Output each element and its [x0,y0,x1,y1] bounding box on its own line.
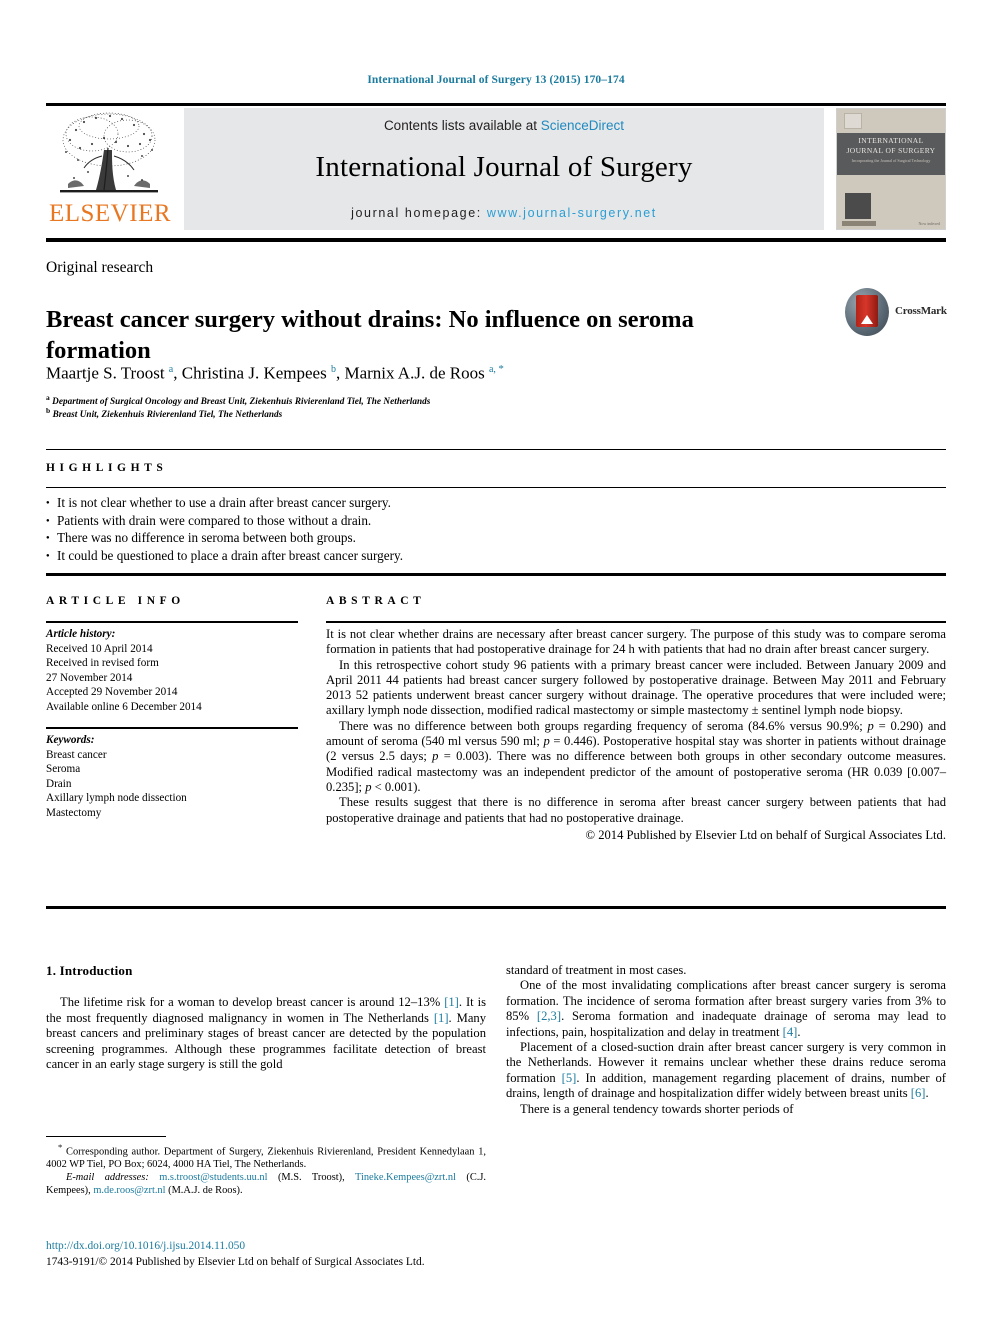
paper-page: International Journal of Surgery 13 (201… [0,0,992,1323]
article-history-label: Article history: [46,628,116,640]
abstract-paragraph-1: It is not clear whether drains are neces… [326,627,946,657]
journal-title: International Journal of Surgery [315,151,693,183]
elsevier-wordmark: ELSEVIER [48,200,172,227]
abstract-paragraph-2: In this retrospective cohort study 96 pa… [326,657,946,718]
keywords-block: Keywords: Breast cancer Seroma Drain Axilla… [46,733,298,821]
article-history: Article history: Received 10 April 2014 R… [46,627,298,715]
abstract-body: It is not clear whether drains are neces… [326,627,946,843]
cover-crest-icon [845,193,871,219]
elsevier-tree-icon [60,112,158,193]
issn-copyright-line: 1743-9191/© 2014 Published by Elsevier L… [46,1256,425,1268]
abstract-copyright: © 2014 Published by Elsevier Ltd on beha… [585,827,946,842]
highlights-list: It is not clear whether to use a drain a… [46,494,666,564]
author-list: Maartje S. Troost a, Christina J. Kempee… [46,363,504,383]
body-column-left: 1. Introduction The lifetime risk for a … [46,963,486,1072]
footnote-block: * Corresponding author. Department of Su… [46,1141,486,1197]
info-line: Available online 6 December 2014 [46,700,202,713]
article-info-heading: ARTICLE INFO [46,595,185,607]
highlights-heading: HIGHLIGHTS [46,462,168,474]
doi-link[interactable]: http://dx.doi.org/10.1016/j.ijsu.2014.11… [46,1240,245,1252]
email-addresses-note: E-mail addresses: m.s.troost@students.uu… [46,1172,486,1197]
crossmark-arrow-shape [861,315,873,324]
homepage-prefix: journal homepage: [351,206,487,220]
crossmark-badge[interactable]: CrossMark [845,288,947,336]
cover-publisher-badge [844,113,862,129]
footnote-rule [46,1136,166,1137]
section-heading-introduction: 1. Introduction [46,963,133,978]
info-line: Drain [46,777,72,790]
abstract-heading: ABSTRACT [326,595,426,607]
abstract-paragraph-4: These results suggest that there is no d… [326,795,946,825]
homepage-link[interactable]: www.journal-surgery.net [487,206,657,220]
homepage-line: journal homepage: www.journal-surgery.ne… [351,206,657,220]
crossmark-label: CrossMark [895,305,947,317]
corresponding-author-note: * Corresponding author. Department of Su… [46,1142,486,1171]
highlights-rule-top [46,449,946,450]
abstract-rule-bottom [46,906,946,909]
article-info-rule [46,621,298,623]
cover-title-line1: INTERNATIONAL [858,136,924,145]
elsevier-logo: ELSEVIER [46,108,174,230]
info-line: Axillary lymph node dissection [46,792,187,805]
intro-paragraph-tendency: There is a general tendency towards shor… [520,1101,794,1116]
masthead-rule-bottom [46,238,946,242]
highlights-rule-bottom [46,573,946,576]
intro-paragraph-drain: Placement of a closed-suction drain afte… [506,1040,946,1101]
cover-subtitle: Incorporating the Journal of Surgical Te… [851,158,931,163]
highlight-item: There was no difference in seroma betwee… [46,529,666,547]
keywords-items: Breast cancer Seroma Drain Axillary lymph n… [46,748,298,821]
abstract-paragraph-3: There was no difference between both gro… [326,718,946,794]
masthead-rule-top [46,103,946,106]
page-title: Breast cancer surgery without drains: No… [46,306,694,365]
info-line: Received 10 April 2014 [46,642,153,655]
crossmark-icon [845,288,889,336]
info-line: Received in revised form [46,657,159,670]
journal-cover-thumbnail: INTERNATIONAL JOURNAL OF SURGERY Incorpo… [836,108,946,230]
contents-prefix: Contents lists available at [383,118,541,133]
highlights-rule-mid [46,487,946,488]
intro-paragraph-seroma: One of the most invalidating complicatio… [506,978,947,1039]
info-line: Seroma [46,763,81,776]
info-line: Accepted 29 November 2014 [46,686,178,699]
body-column-right: standard of treatment in most cases. One… [506,963,946,1117]
info-line: Breast cancer [46,748,107,761]
highlight-item: Patients with drain were compared to tho… [46,512,666,530]
intro-continued: standard of treatment in most cases. [506,963,687,977]
info-line: Mastectomy [46,806,102,819]
cover-crest-bar [842,221,876,226]
cover-title-line2: JOURNAL OF SURGERY [846,146,936,155]
article-history-items: Received 10 April 2014 Received in revise… [46,642,298,715]
affiliation-b: b Breast Unit, Ziekenhuis Rivierenland T… [46,406,283,420]
highlight-item: It is not clear whether to use a drain a… [46,494,666,512]
journal-masthead: ELSEVIER Contents lists available at Sci… [46,108,946,230]
article-type: Original research [46,259,154,276]
contents-line: Contents lists available at ScienceDirec… [384,118,624,133]
abstract-rule [326,621,946,623]
sciencedirect-link[interactable]: ScienceDirect [541,118,624,133]
cover-footer-note: Now indexed [918,221,940,226]
keywords-label: Keywords: [46,734,95,746]
sciencedirect-banner: Contents lists available at ScienceDirec… [184,108,824,230]
info-line: 27 November 2014 [46,671,133,684]
highlight-item: It could be questioned to place a drain … [46,547,666,565]
intro-paragraph-left: The lifetime risk for a woman to develop… [46,995,487,1072]
keywords-rule [46,727,298,729]
affiliation-a: a Department of Surgical Oncology and Br… [46,393,431,407]
running-head: International Journal of Surgery 13 (201… [367,74,625,86]
